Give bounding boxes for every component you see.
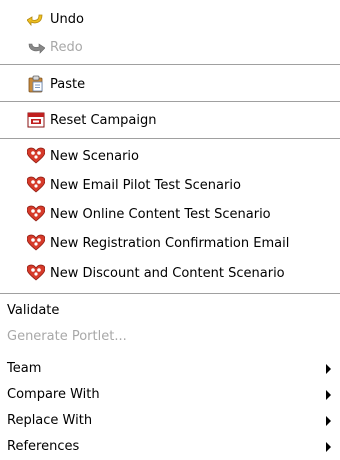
submenu-arrow-icon — [326, 416, 331, 426]
menu-item-new-online-content-test-scenario[interactable]: New Online Content Test Scenario — [0, 200, 340, 228]
submenu-arrow-icon — [326, 364, 331, 374]
menu-item-undo[interactable]: Undo — [0, 5, 340, 33]
submenu-arrow-icon — [326, 390, 331, 400]
compare-with-label: Compare With — [7, 386, 100, 402]
menu-item-references[interactable]: References — [0, 432, 340, 460]
scenario-label: New Email Pilot Test Scenario — [50, 177, 241, 193]
scenario-icon — [27, 205, 45, 222]
menu-item-new-scenario[interactable]: New Scenario — [0, 142, 340, 170]
submenu-arrow-icon — [326, 442, 331, 452]
reset-campaign-label: Reset Campaign — [50, 112, 157, 128]
menu-item-generate-portlet[interactable]: Generate Portlet... — [0, 322, 340, 350]
menu-item-reset-campaign[interactable]: Reset Campaign — [0, 106, 340, 134]
references-label: References — [7, 438, 80, 454]
menu-separator — [0, 138, 340, 139]
menu-separator — [0, 101, 340, 102]
redo-arrow-icon — [28, 43, 45, 54]
undo-arrow-icon — [27, 14, 43, 27]
scenario-icon — [27, 176, 45, 193]
menu-item-redo[interactable]: Redo — [0, 33, 340, 61]
menu-separator — [0, 293, 340, 294]
paste-label: Paste — [50, 76, 86, 92]
reset-campaign-icon — [27, 112, 45, 128]
scenario-label: New Registration Confirmation Email — [50, 235, 290, 251]
redo-label: Redo — [50, 39, 83, 55]
clipboard-icon — [28, 75, 43, 93]
menu-item-replace-with[interactable]: Replace With — [0, 406, 340, 434]
scenario-label: New Scenario — [50, 148, 140, 164]
scenario-icon — [27, 147, 45, 164]
validate-label: Validate — [7, 302, 60, 318]
menu-item-new-registration-confirmation-email[interactable]: New Registration Confirmation Email — [0, 229, 340, 257]
menu-item-team[interactable]: Team — [0, 354, 340, 382]
menu-item-paste[interactable]: Paste — [0, 70, 340, 98]
replace-with-label: Replace With — [7, 412, 93, 428]
menu-item-compare-with[interactable]: Compare With — [0, 380, 340, 408]
menu-item-new-email-pilot-test-scenario[interactable]: New Email Pilot Test Scenario — [0, 171, 340, 199]
scenario-label: New Online Content Test Scenario — [50, 206, 271, 222]
undo-label: Undo — [50, 11, 84, 27]
generate-portlet-label: Generate Portlet... — [7, 328, 127, 344]
team-label: Team — [7, 360, 42, 376]
scenario-icon — [27, 264, 45, 281]
menu-item-new-discount-and-content-scenario[interactable]: New Discount and Content Scenario — [0, 259, 340, 287]
scenario-label: New Discount and Content Scenario — [50, 265, 285, 281]
scenario-icon — [27, 234, 45, 251]
context-menu: Undo Redo Paste Reset Campaign New Scena… — [0, 0, 340, 460]
menu-item-validate[interactable]: Validate — [0, 296, 340, 324]
menu-separator — [0, 64, 340, 65]
